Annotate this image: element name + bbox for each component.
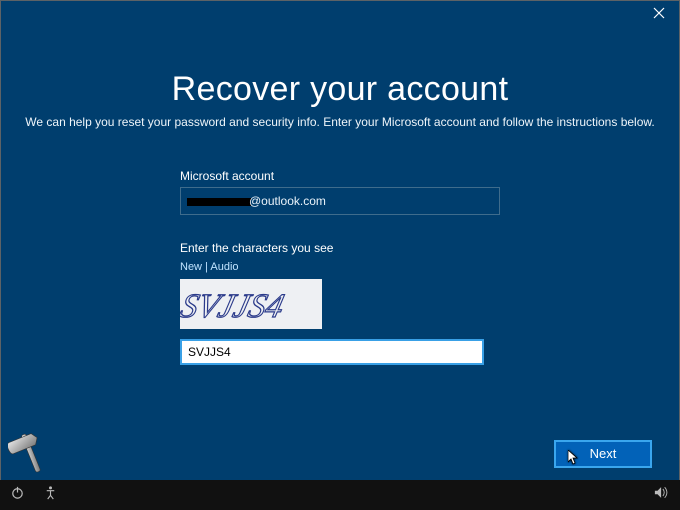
next-button-label: Next [590, 446, 617, 461]
power-icon[interactable] [10, 485, 25, 505]
account-label: Microsoft account [180, 169, 500, 183]
captcha-label: Enter the characters you see [180, 241, 500, 255]
volume-icon[interactable] [654, 485, 670, 505]
captcha-links: New | Audio [180, 259, 500, 273]
captcha-input[interactable] [180, 339, 484, 365]
recover-form: Microsoft account @outlook.com Enter the… [180, 169, 500, 365]
captcha-new-link[interactable]: New [180, 261, 202, 273]
main-content: Recover your account We can help you res… [0, 70, 680, 365]
captcha-text-glyphs: SVJJS4 [180, 287, 288, 324]
ease-of-access-icon[interactable] [43, 485, 58, 505]
close-button[interactable] [638, 0, 680, 26]
titlebar [0, 0, 680, 26]
hammer-icon [8, 427, 54, 477]
captcha-image: SVJJS4 [180, 279, 322, 329]
taskbar [0, 480, 680, 510]
account-input[interactable]: @outlook.com [180, 187, 500, 215]
mouse-cursor-icon [568, 450, 580, 474]
hammer-watermark [8, 427, 54, 482]
close-icon [653, 7, 665, 19]
redacted-username [187, 198, 251, 206]
page-title: Recover your account [0, 70, 680, 109]
page-subtitle: We can help you reset your password and … [0, 115, 680, 129]
next-button[interactable]: Next [554, 440, 652, 468]
captcha-audio-link[interactable]: Audio [210, 261, 238, 273]
account-value-suffix: @outlook.com [249, 194, 326, 208]
